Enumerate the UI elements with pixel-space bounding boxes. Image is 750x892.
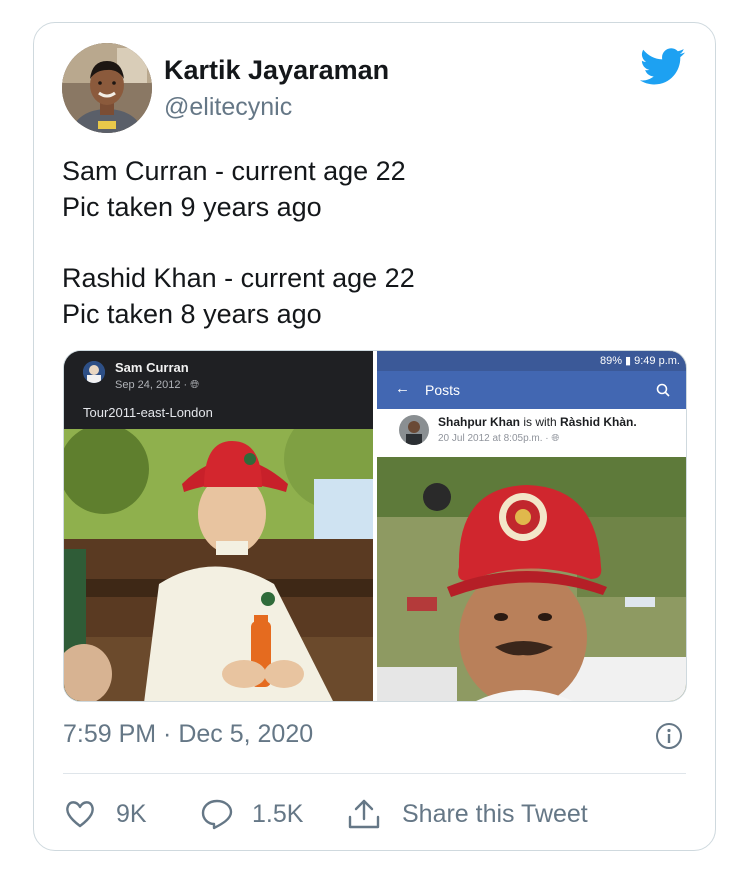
reply-count: 1.5K — [252, 799, 304, 828]
tweet-card: Kartik Jayaraman @elitecynic Sam Curran … — [33, 22, 716, 851]
status-text: 89% ▮ 9:49 p.m. — [599, 355, 680, 367]
tagged-name: Ràshid Khàn. — [560, 415, 637, 429]
poster-name: Shahpur Khan — [438, 415, 521, 429]
heart-icon — [66, 801, 94, 828]
tweet-text-line: Rashid Khan - current age 22 — [62, 263, 415, 293]
fb-header: ← Posts — [377, 371, 686, 409]
photo-boy-red-hat — [64, 429, 373, 701]
share-icon — [348, 799, 380, 829]
post-date: Sep 24, 2012 · 🌐︎ — [115, 379, 199, 392]
reply-button[interactable]: 1.5K — [200, 796, 303, 832]
reply-bubble-icon — [201, 799, 233, 830]
like-button[interactable]: 9K — [64, 796, 147, 832]
post-title: Shahpur Khan is with Ràshid Khàn. — [438, 415, 637, 429]
post-caption: Tour2011-east-London — [83, 405, 213, 420]
tweet-media[interactable]: Sam Curran Sep 24, 2012 · 🌐︎ Tour2011-ea… — [63, 350, 687, 702]
globe-icon: 🌐︎ — [190, 379, 200, 391]
author-name[interactable]: Kartik Jayaraman — [164, 55, 389, 86]
tweet-text-line: Pic taken 9 years ago — [62, 192, 322, 222]
globe-icon: 🌐︎ — [551, 433, 560, 444]
share-button[interactable]: Share this Tweet — [346, 796, 588, 832]
tweet-text-line: Pic taken 8 years ago — [62, 299, 322, 329]
author-handle[interactable]: @elitecynic — [164, 93, 292, 122]
header-title: Posts — [425, 382, 461, 398]
twitter-bird-icon — [640, 48, 686, 85]
tweet-text-block-2: Rashid Khan - current age 22 Pic taken 8… — [62, 260, 682, 332]
like-count: 9K — [116, 799, 147, 828]
poster-name: Sam Curran — [115, 360, 189, 375]
tweet-text-block-1: Sam Curran - current age 22 Pic taken 9 … — [62, 153, 682, 225]
post-date-text: Sep 24, 2012 · — [115, 379, 188, 391]
post-header: Shahpur Khan is with Ràshid Khàn. 20 Jul… — [377, 409, 686, 457]
actions-divider — [63, 773, 686, 774]
tweet-text-line: Sam Curran - current age 22 — [62, 156, 406, 186]
poster-avatar — [83, 361, 105, 383]
author-avatar[interactable] — [62, 43, 152, 133]
info-icon[interactable] — [655, 722, 683, 750]
back-arrow-icon[interactable]: ← — [395, 380, 410, 397]
photo-man-red-cap — [377, 457, 686, 701]
share-label: Share this Tweet — [402, 799, 588, 828]
tweet-timestamp[interactable]: 7:59 PM · Dec 5, 2020 — [63, 720, 313, 749]
phone-status-bar: 89% ▮ 9:49 p.m. — [377, 351, 686, 371]
poster-avatar — [399, 415, 429, 445]
search-icon[interactable] — [656, 383, 670, 397]
post-date: 20 Jul 2012 at 8:05p.m. · 🌐︎ — [438, 433, 559, 444]
post-date-text: 20 Jul 2012 at 8:05p.m. · — [438, 433, 549, 444]
with-text: is with — [520, 415, 561, 429]
media-left-image[interactable]: Sam Curran Sep 24, 2012 · 🌐︎ Tour2011-ea… — [64, 351, 373, 701]
media-right-image[interactable]: 89% ▮ 9:49 p.m. ← Posts Shahpur Khan is … — [377, 351, 686, 701]
